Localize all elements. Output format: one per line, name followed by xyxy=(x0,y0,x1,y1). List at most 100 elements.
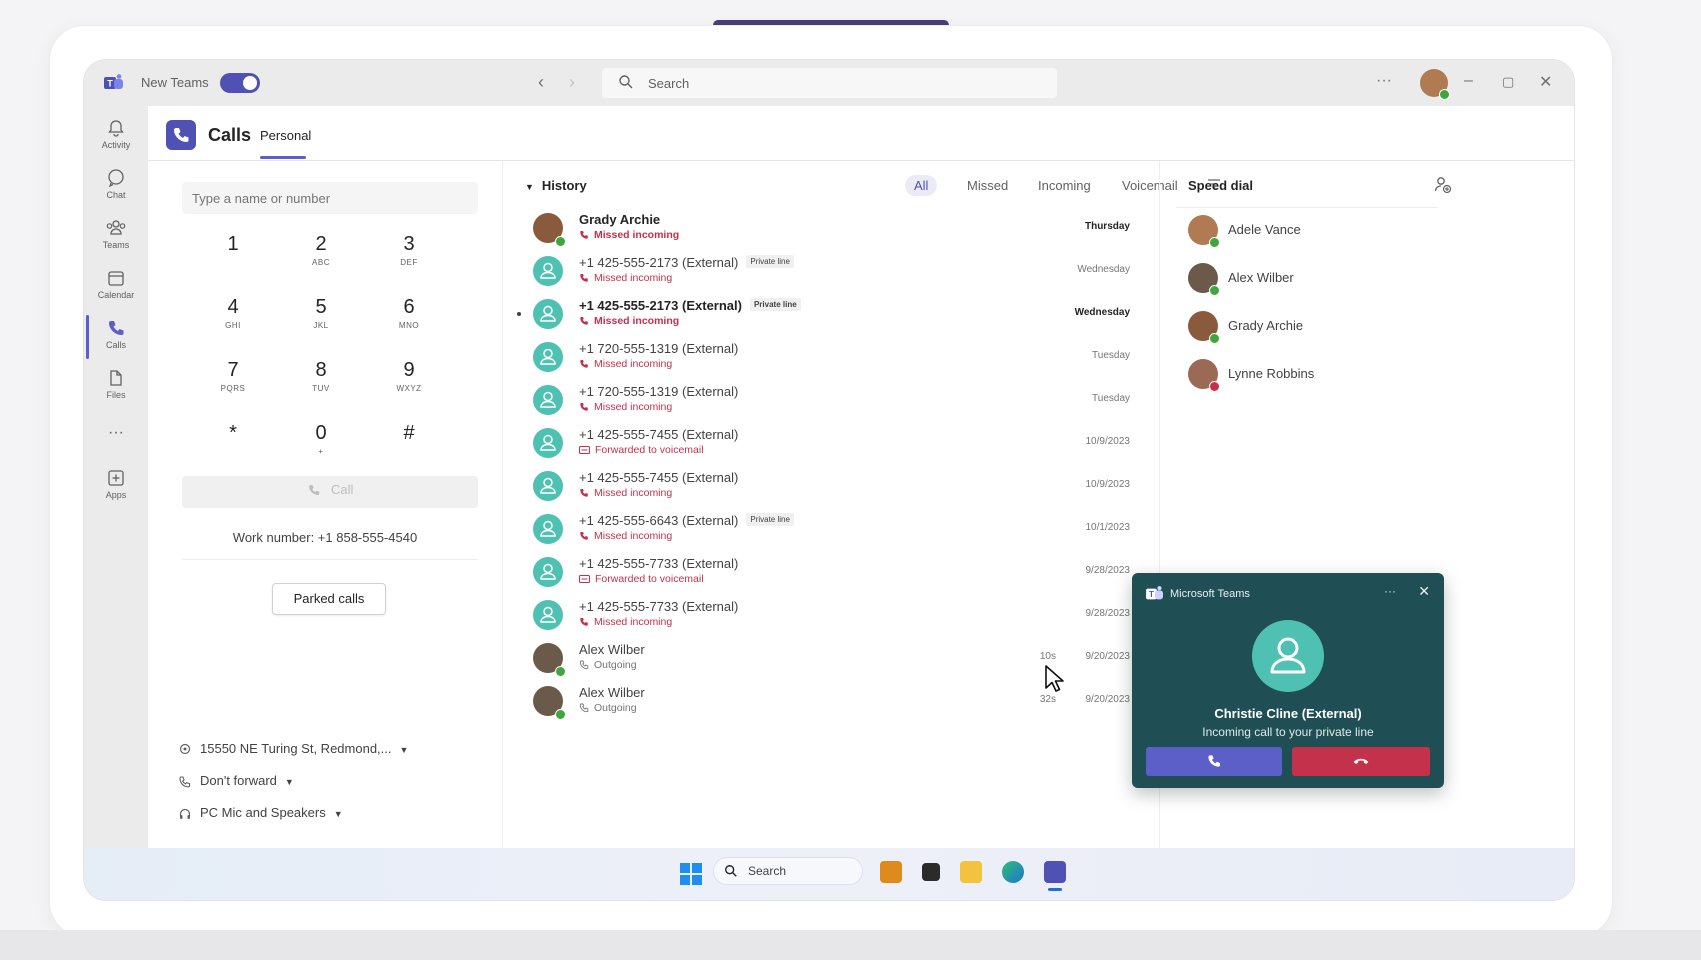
decline-call-button[interactable] xyxy=(1292,747,1430,776)
dial-key-letters: PQRS xyxy=(220,384,246,393)
dial-key-letters: GHI xyxy=(225,321,241,330)
windows-start-icon[interactable] xyxy=(680,863,702,885)
voicemail-icon xyxy=(579,446,590,455)
call-date: 10/9/2023 xyxy=(1085,479,1131,490)
dial-key[interactable]: 7 PQRS xyxy=(193,359,273,409)
parked-calls-button[interactable]: Parked calls xyxy=(272,583,386,615)
collapse-triangle-icon: ▼ xyxy=(525,182,534,192)
private-line-tag: Private line xyxy=(749,298,801,312)
history-row[interactable]: +1 425-555-6643 (External) Private line Mi… xyxy=(503,508,1158,551)
close-window-icon[interactable]: ✕ xyxy=(1539,72,1552,92)
dial-key[interactable]: # xyxy=(369,422,449,472)
filter-missed[interactable]: Missed xyxy=(967,178,1008,193)
headset-icon xyxy=(179,808,191,819)
person-icon xyxy=(540,305,556,322)
dial-key-number: 0 xyxy=(315,422,327,444)
taskbar-search[interactable]: Search xyxy=(714,858,862,884)
chat-icon xyxy=(108,169,124,188)
call-status: Missed incoming xyxy=(579,401,672,413)
call-status-text: Missed incoming xyxy=(594,401,673,413)
dial-key[interactable]: * xyxy=(193,422,273,472)
dial-pad-panel: 12ABC3DEF4GHI5JKL6MNO7PQRS8TUV9WXYZ*0+# … xyxy=(148,161,503,900)
call-button[interactable]: Call xyxy=(182,476,478,508)
minimize-icon[interactable]: – xyxy=(1464,72,1473,90)
file-explorer-icon[interactable] xyxy=(960,861,982,883)
call-status: Missed incoming xyxy=(579,358,672,370)
presence-available-icon xyxy=(555,236,566,247)
rail-item-calendar[interactable]: Calendar xyxy=(84,262,148,312)
accept-call-button[interactable] xyxy=(1146,747,1282,776)
more-options-icon[interactable]: ··· xyxy=(1376,72,1392,90)
rail-item-teams[interactable]: Teams xyxy=(84,212,148,262)
rail-item-files[interactable]: Files xyxy=(84,362,148,412)
speed-dial-contact[interactable]: Alex Wilber xyxy=(1188,261,1448,299)
divider xyxy=(1176,207,1438,208)
dial-key[interactable]: 2 ABC xyxy=(281,233,361,283)
person-icon xyxy=(540,520,556,537)
rail-item-apps[interactable]: Apps xyxy=(84,462,148,512)
filter-incoming[interactable]: Incoming xyxy=(1038,178,1091,193)
dial-key[interactable]: 5 JKL xyxy=(281,296,361,346)
edge-browser-icon[interactable] xyxy=(1002,861,1024,883)
toast-close-icon[interactable]: ✕ xyxy=(1418,583,1430,600)
rail-item-calls[interactable]: Calls xyxy=(84,312,148,362)
speed-dial-contact[interactable]: Adele Vance xyxy=(1188,213,1448,251)
speed-dial-contact[interactable]: Lynne Robbins xyxy=(1188,357,1448,395)
forward-setting[interactable]: Don't forward ▼ xyxy=(178,773,294,789)
teams-taskbar-icon[interactable] xyxy=(1044,861,1066,883)
outgoing-call-icon xyxy=(579,660,589,670)
dial-key[interactable]: 8 TUV xyxy=(281,359,361,409)
forward-label: Don't forward xyxy=(200,773,277,788)
task-view-icon[interactable] xyxy=(922,863,940,881)
forward-arrow-icon[interactable]: › xyxy=(569,72,575,93)
caller-name: +1 425-555-2173 (External) Private line xyxy=(579,298,801,313)
toast-more-icon[interactable]: ··· xyxy=(1384,584,1396,598)
rail-item-chat[interactable]: Chat xyxy=(84,162,148,212)
history-row[interactable]: +1 720-555-1319 (External) Missed incomin… xyxy=(503,336,1158,379)
apps-icon xyxy=(108,470,124,486)
dial-key[interactable]: 6 MNO xyxy=(369,296,449,346)
dial-key[interactable]: 1 xyxy=(193,233,273,283)
dial-key-number: 9 xyxy=(403,359,415,381)
history-row[interactable]: Grady Archie Missed incoming Thursday xyxy=(503,207,1158,250)
rail-more-icon[interactable]: ··· xyxy=(84,418,148,448)
call-status-text: Forwarded to voicemail xyxy=(595,573,704,585)
briefcase-icon[interactable] xyxy=(880,861,902,883)
history-row[interactable]: +1 425-555-7455 (External) Missed incomin… xyxy=(503,465,1158,508)
filter-all[interactable]: All xyxy=(905,175,938,196)
search-input[interactable]: Search xyxy=(602,68,1057,98)
history-toggle[interactable]: ▼ History xyxy=(525,178,587,193)
history-row[interactable]: +1 425-555-7733 (External) Forwarded to v… xyxy=(503,551,1158,594)
history-row[interactable]: +1 720-555-1319 (External) Missed incomin… xyxy=(503,379,1158,422)
private-line-tag: Private line xyxy=(746,255,794,269)
history-row[interactable]: +1 425-555-2173 (External) Private line Mi… xyxy=(503,293,1158,336)
back-arrow-icon[interactable]: ‹ xyxy=(538,72,544,93)
dial-key-number: 2 xyxy=(315,233,327,255)
toast-header: T Microsoft Teams ··· ✕ xyxy=(1132,573,1444,613)
bell-icon xyxy=(108,120,124,137)
bottom-strip xyxy=(0,930,1701,960)
call-date: 9/28/2023 xyxy=(1085,565,1131,576)
speed-dial-contact[interactable]: Grady Archie xyxy=(1188,309,1448,347)
dial-key[interactable]: 9 WXYZ xyxy=(369,359,449,409)
new-teams-toggle[interactable] xyxy=(220,73,260,93)
audio-device-setting[interactable]: PC Mic and Speakers ▼ xyxy=(178,805,343,821)
location-setting[interactable]: 15550 NE Turing St, Redmond,... ▼ xyxy=(178,741,408,757)
rail-item-activity[interactable]: Activity xyxy=(84,112,148,162)
dial-key[interactable]: 0 + xyxy=(281,422,361,472)
history-row[interactable]: +1 425-555-2173 (External) Private line Mi… xyxy=(503,250,1158,293)
rail-label: Chat xyxy=(106,190,126,200)
history-row[interactable]: +1 425-555-7455 (External) Forwarded to v… xyxy=(503,422,1158,465)
active-app-indicator xyxy=(1048,888,1062,891)
dial-key[interactable]: 3 DEF xyxy=(369,233,449,283)
tab-personal[interactable]: Personal xyxy=(260,128,311,143)
dial-key[interactable]: 4 GHI xyxy=(193,296,273,346)
add-contact-icon[interactable] xyxy=(1433,175,1453,195)
rail-label: Teams xyxy=(102,240,130,250)
maximize-icon[interactable]: ▢ xyxy=(1502,74,1514,90)
dial-number-input[interactable] xyxy=(182,182,478,214)
teams-logo-icon: T xyxy=(104,74,123,89)
history-row[interactable]: +1 425-555-7733 (External) Missed incomin… xyxy=(503,594,1158,637)
call-status-text: Missed incoming xyxy=(594,358,673,370)
call-status-text: Missed incoming xyxy=(594,616,673,628)
